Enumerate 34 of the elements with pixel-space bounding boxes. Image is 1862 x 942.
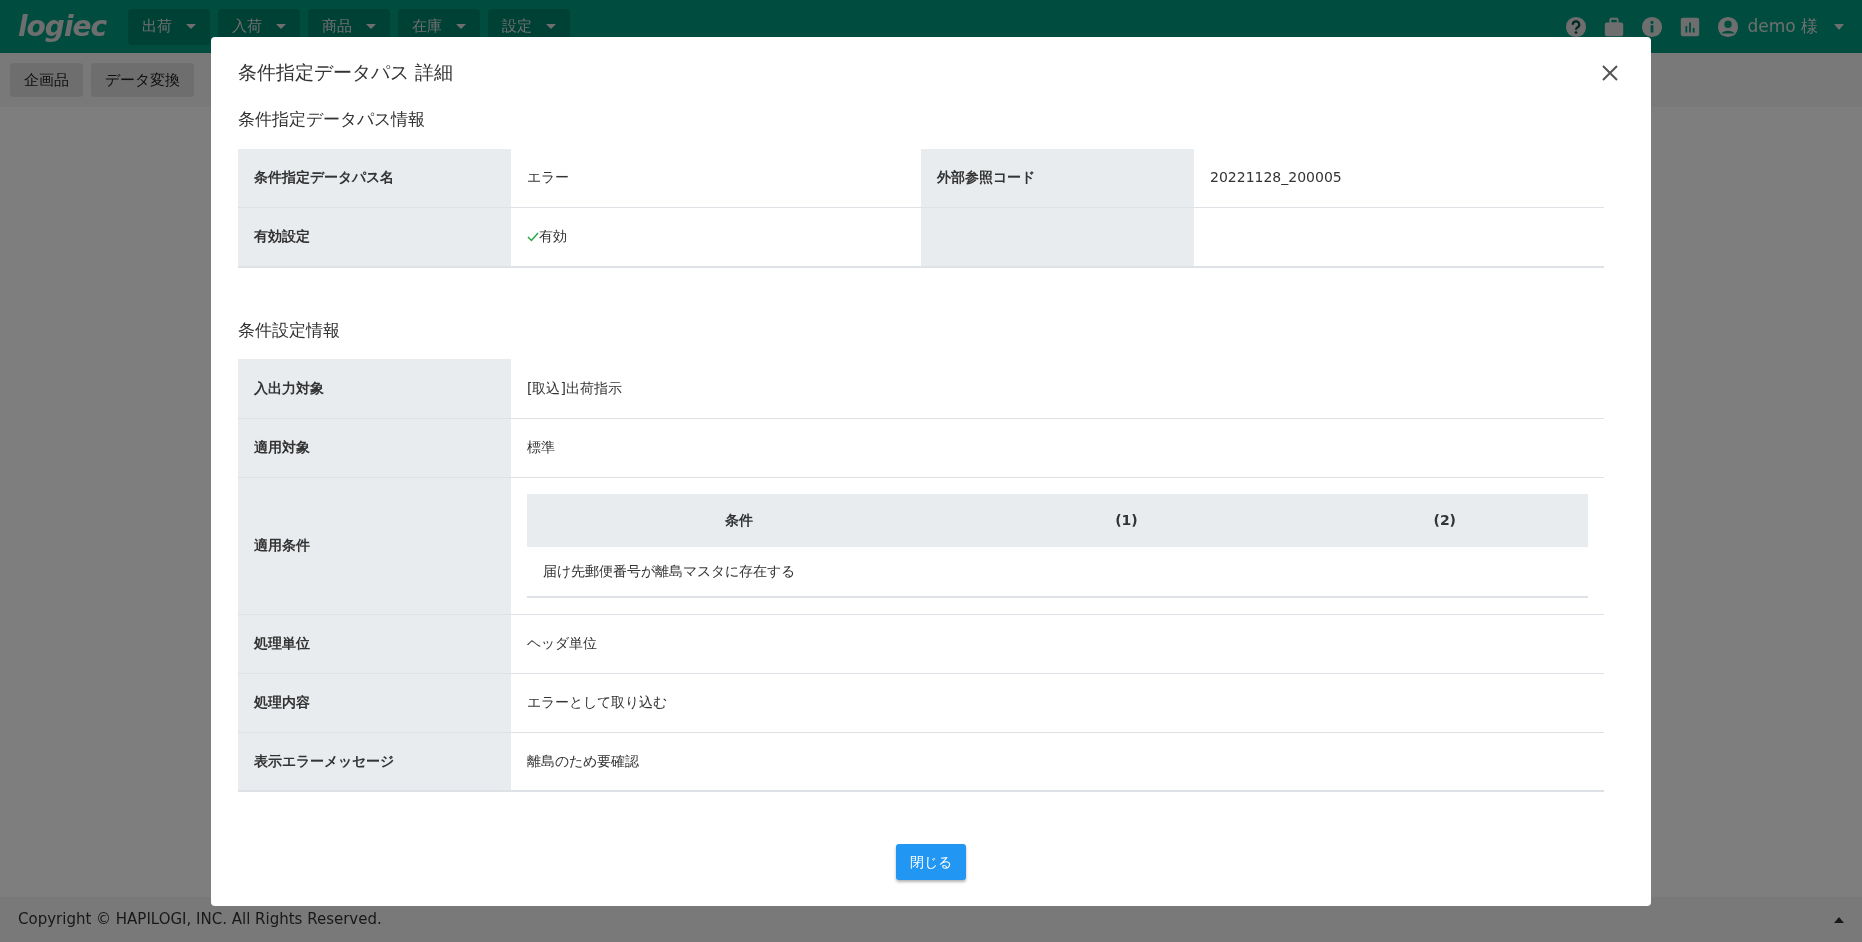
- field-value: [取込]出荷指示: [527, 379, 622, 396]
- section-title: 条件指定データパス情報: [238, 108, 426, 131]
- field-label: 処理単位: [254, 635, 310, 651]
- field-value: 標準: [527, 439, 555, 455]
- close-button[interactable]: 閉じる: [896, 844, 966, 880]
- field-label: 処理内容: [254, 694, 310, 710]
- field-label: 表示エラーメッセージ: [254, 752, 394, 769]
- scroll-top-icon[interactable]: [1834, 916, 1844, 923]
- column-header: (1): [1115, 511, 1138, 528]
- toolbar-button[interactable]: 企画品: [10, 63, 83, 97]
- close-icon: [1600, 62, 1620, 83]
- field-value: エラー: [527, 168, 569, 188]
- briefcase-icon[interactable]: [1603, 15, 1626, 38]
- user-name[interactable]: demo 様: [1747, 13, 1818, 40]
- field-value: エラーとして取り込む: [527, 694, 667, 710]
- column-header: 条件: [725, 511, 754, 528]
- field-value: 20221128_200005: [1210, 168, 1342, 188]
- field-value: 有効: [539, 227, 567, 246]
- field-label: 入出力対象: [254, 379, 324, 396]
- field-value: ヘッダ単位: [527, 635, 597, 651]
- field-label: 条件指定データパス名: [254, 169, 394, 186]
- table-cell: 届け先郵便番号が離島マスタに存在する: [543, 562, 795, 579]
- field-label: 外部参照コード: [937, 169, 1035, 186]
- section-title: 条件設定情報: [238, 318, 341, 342]
- field-label: 適用対象: [254, 439, 310, 455]
- copyright-text: Copyright © HAPILOGI, INC. All Rights Reserved.: [18, 909, 382, 931]
- toolbar-button[interactable]: データ変換: [91, 63, 194, 97]
- field-value: 離島のため要確認: [527, 752, 639, 769]
- modal-title: 条件指定データパス 詳細: [238, 60, 454, 84]
- field-label: 有効設定: [254, 228, 310, 245]
- field-label: 適用条件: [254, 537, 310, 553]
- help-icon[interactable]: [1565, 15, 1588, 38]
- column-header: (2): [1433, 511, 1457, 528]
- logo[interactable]: logiec: [18, 5, 107, 48]
